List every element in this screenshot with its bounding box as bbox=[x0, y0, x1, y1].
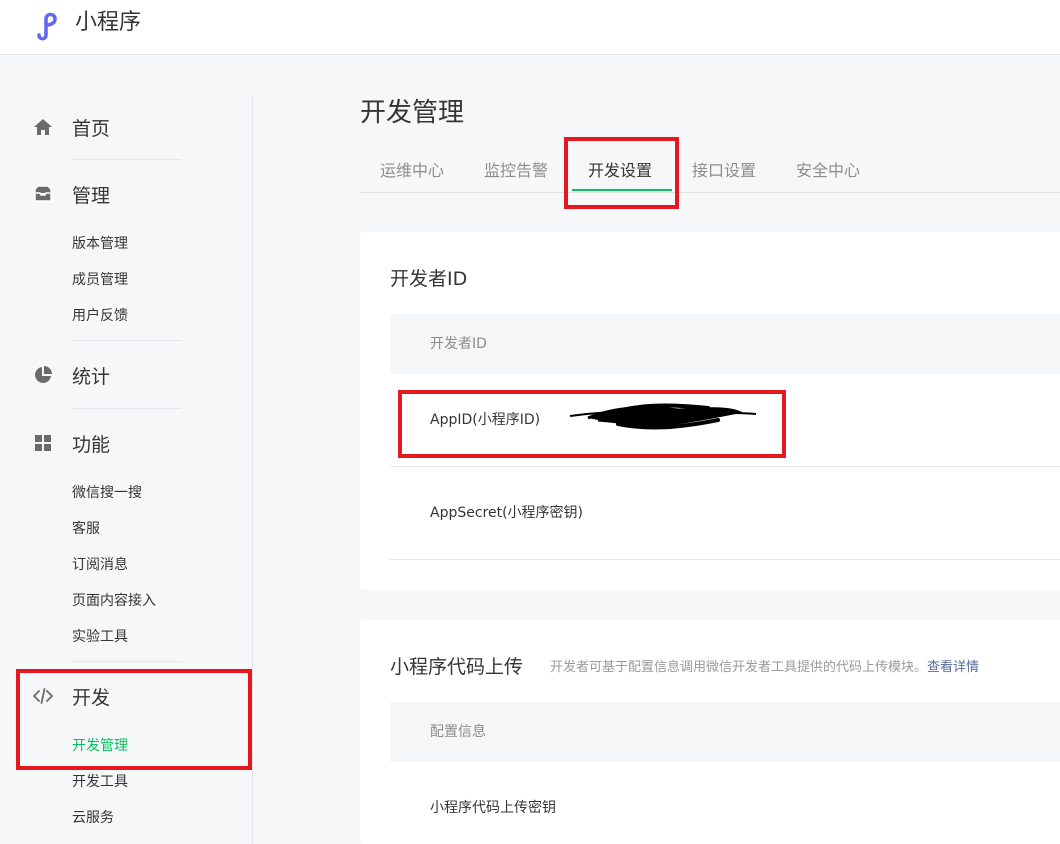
sidebar-group-home[interactable]: 首页 bbox=[32, 112, 110, 142]
row-divider bbox=[390, 466, 1060, 467]
sidebar-item-cloud-service[interactable]: 云服务 bbox=[72, 808, 114, 828]
tab-security[interactable]: 安全中心 bbox=[796, 160, 860, 182]
table-header-label: 开发者ID bbox=[430, 336, 487, 352]
sidebar-group-label: 统计 bbox=[72, 365, 111, 388]
highlight-box-appid bbox=[398, 390, 786, 458]
appsecret-label: AppSecret(小程序密钥) bbox=[430, 505, 584, 521]
sidebar-item-members[interactable]: 成员管理 bbox=[72, 270, 128, 290]
tab-api-settings[interactable]: 接口设置 bbox=[692, 160, 756, 182]
inbox-icon bbox=[34, 185, 52, 202]
grid-icon bbox=[35, 435, 51, 451]
sidebar-divider bbox=[72, 340, 182, 341]
highlight-box-tab bbox=[564, 137, 679, 209]
sidebar-item-page-content[interactable]: 页面内容接入 bbox=[72, 591, 156, 611]
card-description: 开发者可基于配置信息调用微信开发者工具提供的代码上传模块。查看详情 bbox=[550, 658, 979, 678]
sidebar-item-version[interactable]: 版本管理 bbox=[72, 234, 128, 254]
card-title: 开发者ID bbox=[390, 268, 468, 290]
sidebar-group-features[interactable]: 功能 bbox=[32, 428, 110, 458]
pie-chart-icon bbox=[35, 366, 52, 383]
top-header: 小程序 bbox=[0, 0, 1060, 55]
page-title: 开发管理 bbox=[360, 98, 465, 128]
table-header: 配置信息 bbox=[390, 702, 1060, 762]
sidebar-item-dev-tools[interactable]: 开发工具 bbox=[72, 772, 128, 792]
sidebar-group-label: 首页 bbox=[72, 117, 111, 140]
home-icon bbox=[34, 119, 52, 135]
sidebar-group-stats[interactable]: 统计 bbox=[32, 360, 110, 390]
sidebar-item-lab-tools[interactable]: 实验工具 bbox=[72, 627, 128, 647]
sidebar-divider bbox=[72, 408, 182, 409]
sidebar-divider bbox=[72, 661, 182, 662]
tab-bar: 运维中心 监控告警 开发设置 接口设置 安全中心 bbox=[360, 152, 1060, 193]
sidebar-item-wechat-search[interactable]: 微信搜一搜 bbox=[72, 483, 142, 503]
card-title: 小程序代码上传 bbox=[390, 656, 524, 678]
sidebar-group-label: 管理 bbox=[72, 184, 111, 207]
code-upload-card: 小程序代码上传 开发者可基于配置信息调用微信开发者工具提供的代码上传模块。查看详… bbox=[360, 620, 1060, 844]
upload-key-label: 小程序代码上传密钥 bbox=[430, 800, 556, 816]
miniprogram-logo-icon[interactable] bbox=[33, 9, 69, 41]
table-header-label: 配置信息 bbox=[430, 724, 486, 740]
sidebar-group-manage[interactable]: 管理 bbox=[32, 179, 110, 209]
description-text: 开发者可基于配置信息调用微信开发者工具提供的代码上传模块。 bbox=[550, 660, 928, 675]
tab-monitoring[interactable]: 监控告警 bbox=[484, 160, 548, 182]
tab-operations[interactable]: 运维中心 bbox=[380, 160, 444, 182]
app-title: 小程序 bbox=[75, 10, 142, 35]
sidebar-group-label: 功能 bbox=[72, 433, 111, 456]
sidebar-item-customer-service[interactable]: 客服 bbox=[72, 519, 100, 539]
view-details-link[interactable]: 查看详情 bbox=[927, 660, 979, 675]
table-header: 开发者ID bbox=[390, 314, 1060, 374]
sidebar-item-subscribe-msg[interactable]: 订阅消息 bbox=[72, 555, 128, 575]
sidebar-divider bbox=[72, 159, 182, 160]
sidebar-item-feedback[interactable]: 用户反馈 bbox=[72, 306, 128, 326]
highlight-box-sidebar bbox=[16, 669, 252, 770]
row-divider bbox=[390, 559, 1060, 560]
